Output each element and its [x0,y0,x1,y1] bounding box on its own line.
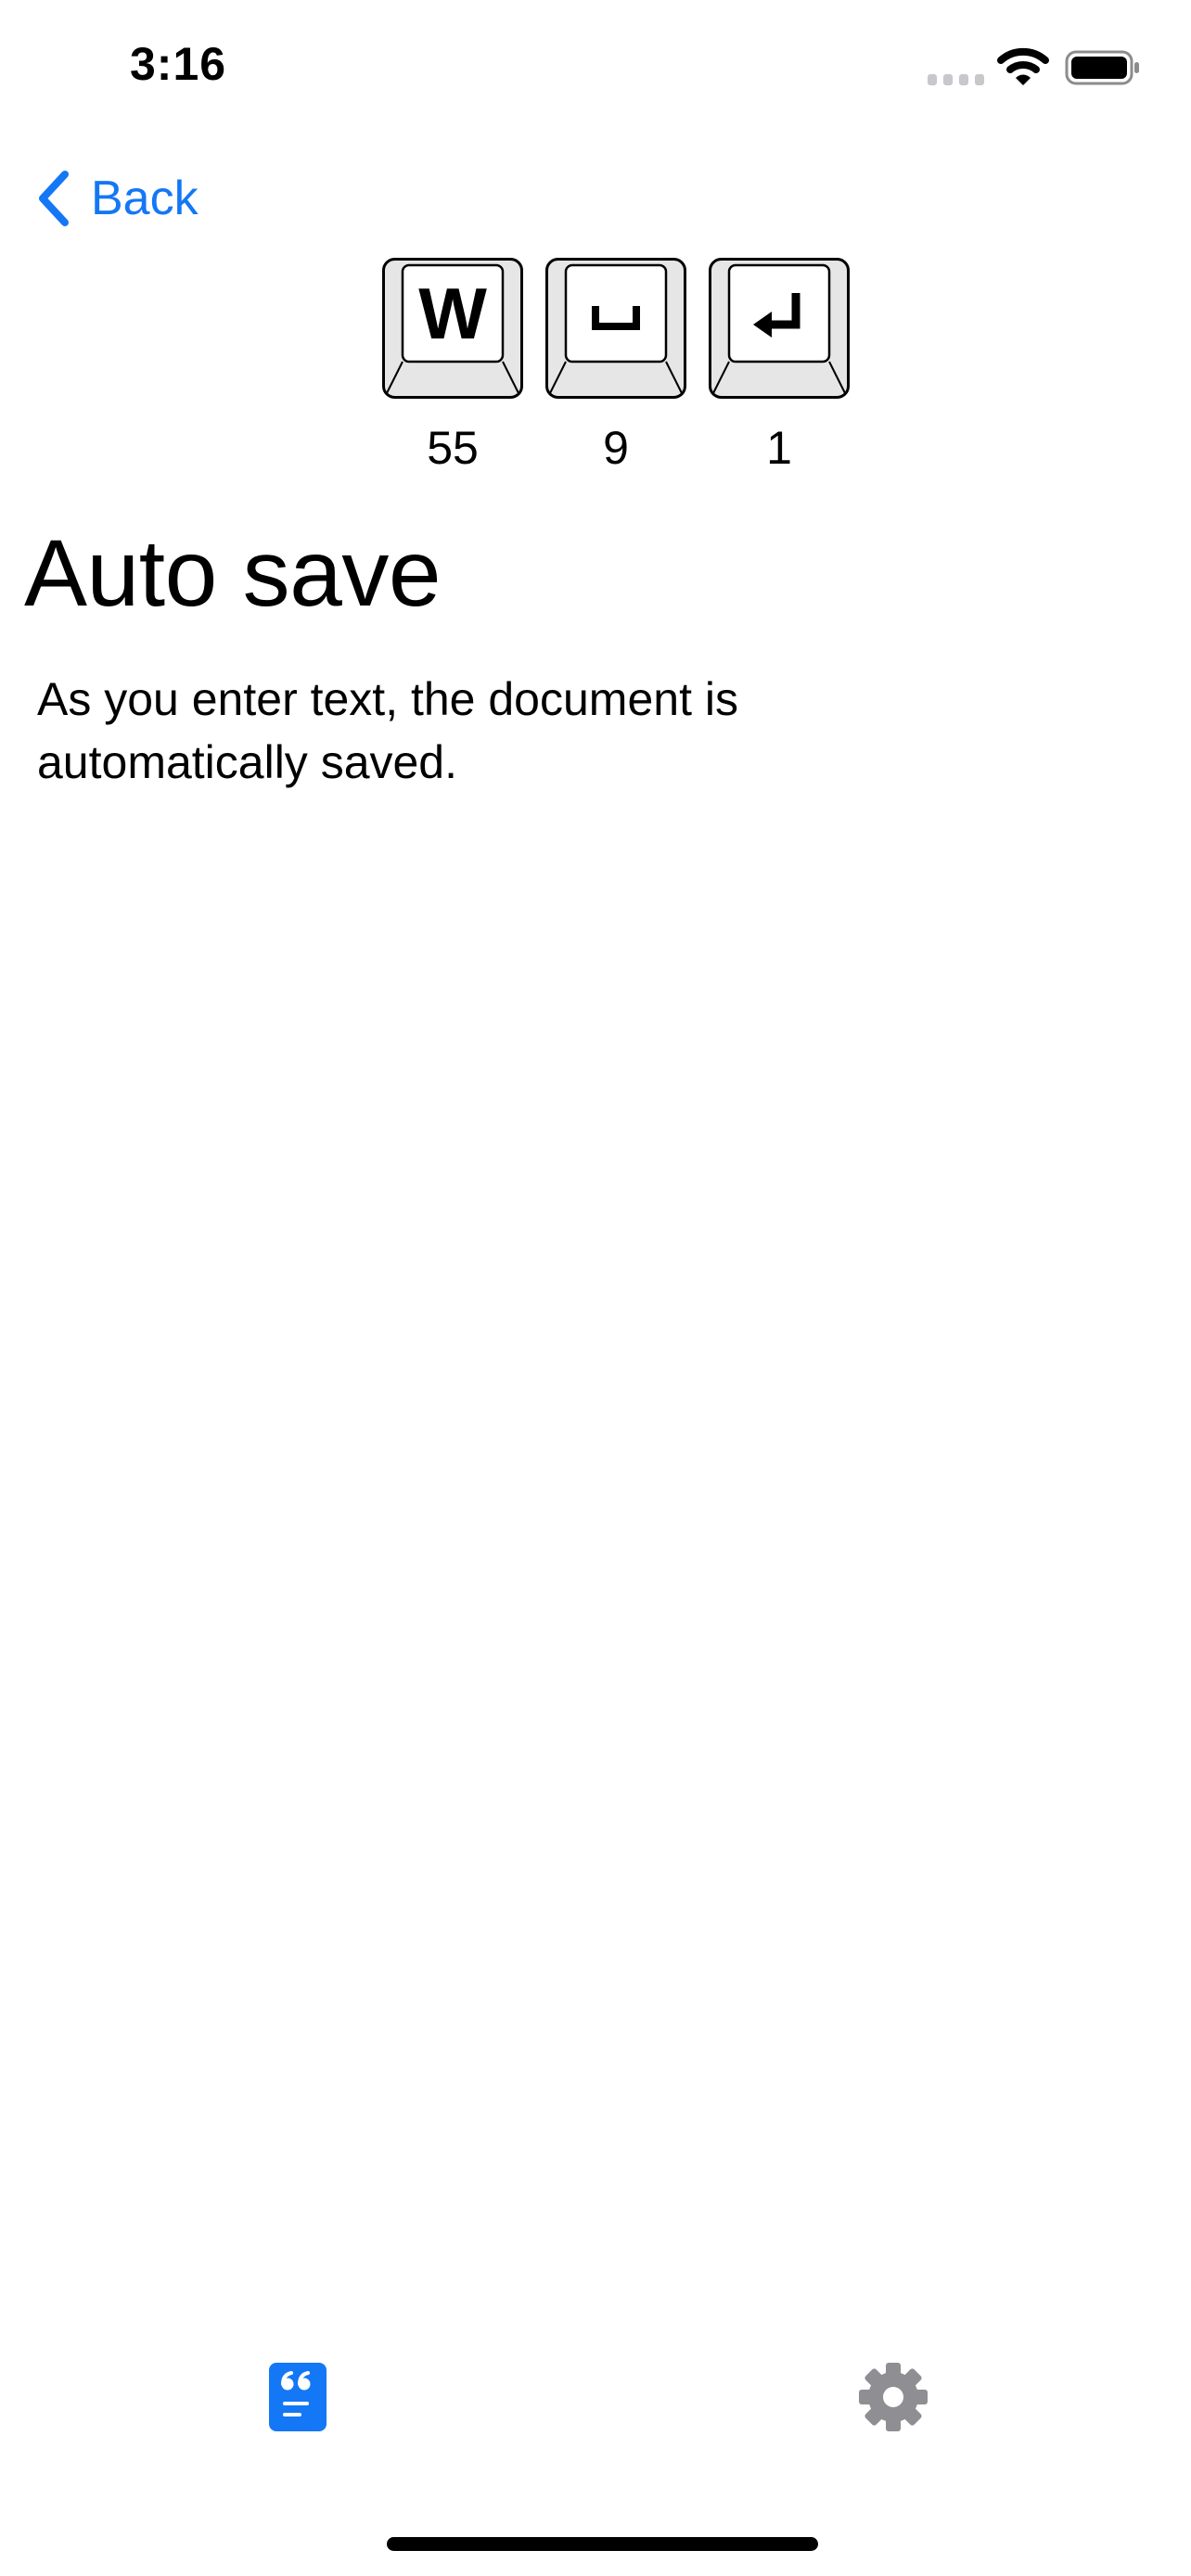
key-stats: W 55 9 1 [371,258,861,475]
return-key-icon [753,293,800,338]
keycap [545,258,686,399]
status-time: 3:16 [130,38,227,90]
letter-key-icon: W [403,265,503,362]
keycap [709,258,850,399]
key-stat-return: 1 [698,258,861,475]
key-count: 9 [603,422,629,474]
back-button[interactable]: Back [33,161,198,236]
page-title: Auto save [24,520,442,626]
space-key-icon [592,306,640,330]
signal-icon [928,74,984,85]
key-count: 55 [427,422,479,474]
tab-document[interactable] [269,2363,327,2436]
battery-icon [1065,50,1139,85]
quote-document-icon [269,2363,327,2431]
key-stat-letter: W 55 [371,258,534,475]
gear-icon [859,2363,928,2431]
home-indicator [387,2537,818,2551]
back-label: Back [91,172,198,225]
chevron-left-icon [39,171,69,226]
key-stat-space: 9 [534,258,698,475]
key-letter: W [418,273,487,354]
description: As you enter text, the document is autom… [37,673,738,788]
wifi-icon [997,47,1049,85]
tab-settings[interactable] [857,2361,929,2438]
key-count: 1 [766,422,792,474]
keycap: W [382,258,523,399]
